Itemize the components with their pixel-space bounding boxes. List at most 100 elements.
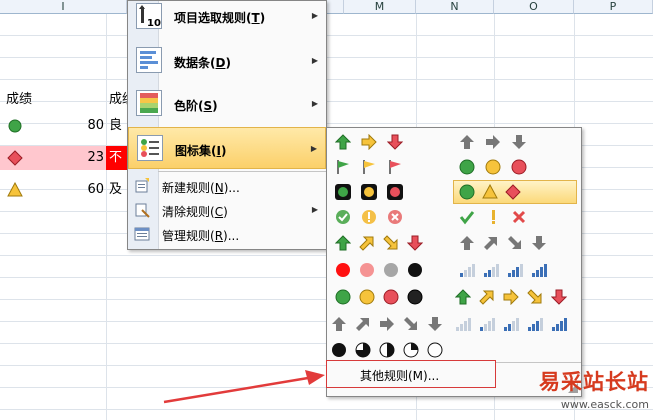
red-diamond-icon <box>505 184 521 200</box>
icon-set-5-arrows-gray[interactable] <box>331 313 455 335</box>
green-traffic-light-icon <box>335 184 351 200</box>
icon-set-red-to-black[interactable] <box>331 259 455 281</box>
gray-up-right-arrow-icon <box>484 237 497 250</box>
watermark-url: www.easck.com <box>560 398 649 411</box>
quarter-circle-icon <box>403 342 419 358</box>
score-value: 80 <box>87 118 104 133</box>
red-circle-icon <box>336 263 350 277</box>
three-quarter-circle-icon <box>355 342 371 358</box>
green-circle-icon <box>459 184 475 200</box>
yellow-right-arrow-icon <box>361 134 377 150</box>
gray-right-arrow-icon <box>380 317 394 331</box>
green-up-arrow-icon <box>455 289 471 305</box>
icon-set-4-arrows-gray[interactable] <box>455 232 579 254</box>
icon-set-3-shapes[interactable] <box>453 180 577 204</box>
icon-set-4-arrows-colored[interactable] <box>331 232 455 254</box>
signal-bars-2-icon <box>504 318 519 331</box>
submenu-arrow-icon: ▶ <box>310 144 317 153</box>
signal-bars-3-icon <box>528 318 543 331</box>
watermark-brand: 易采站长站 <box>539 369 649 394</box>
green-up-arrow-icon <box>335 235 351 251</box>
column-header-I[interactable]: I <box>0 0 127 14</box>
green-flag-icon <box>337 160 349 174</box>
menu-item-manage-rules[interactable]: 管理规则(R)... <box>128 223 326 245</box>
clear-rules-icon <box>134 202 150 218</box>
column-header-blank[interactable] <box>327 0 344 14</box>
submenu-arrow-icon: ▶ <box>311 56 318 65</box>
red-down-arrow-icon <box>407 235 423 251</box>
annotation-arrow <box>163 370 325 404</box>
signal-bars-1-icon <box>460 264 475 277</box>
full-circle-icon <box>332 343 346 357</box>
gray-down-right-arrow-icon <box>508 236 521 249</box>
table-row[interactable]: 80 良 <box>0 114 127 138</box>
icon-set-3-traffic-lights[interactable] <box>455 156 575 178</box>
signal-bars-2-icon <box>484 264 499 277</box>
menu-item-data-bars[interactable]: 数据条(D) ▶ <box>128 39 326 83</box>
signal-bars-3-icon <box>508 264 523 277</box>
column-header-N[interactable]: N <box>416 0 494 14</box>
yellow-circle-icon <box>485 159 501 175</box>
submenu-arrow-icon: ▶ <box>311 99 318 108</box>
red-down-arrow-icon <box>387 134 403 150</box>
icon-set-3-arrows-gray[interactable] <box>455 131 575 153</box>
icon-set-3-traffic-lights-rimmed[interactable] <box>331 181 451 203</box>
column-header-O[interactable]: O <box>494 0 574 14</box>
signal-bars-1-icon <box>480 318 495 331</box>
menu-item-more-rules[interactable]: 其他规则(M)... <box>326 360 496 388</box>
header-cell-score[interactable]: 成绩 <box>6 90 32 110</box>
icon-set-3-symbols-circled[interactable] <box>331 206 451 228</box>
gray-down-arrow-icon <box>428 317 442 331</box>
icon-set-5-ratings[interactable] <box>455 313 579 335</box>
conditional-formatting-menu: 10 项目选取规则(T) ▶ 数据条(D) ▶ 色阶(S) ▶ 图标集(I) ▶… <box>127 0 327 250</box>
signal-bars-4-icon <box>532 264 547 277</box>
icon-sets-icon <box>137 135 163 161</box>
yellow-triangle-icon <box>7 182 23 197</box>
top-bottom-rules-icon: 10 <box>136 3 162 29</box>
icon-set-5-quarters[interactable] <box>331 339 455 361</box>
column-header-P[interactable]: P <box>574 0 653 14</box>
green-check-circle-icon <box>336 210 350 224</box>
signal-bars-4-icon <box>552 318 567 331</box>
yellow-up-right-arrow-icon <box>479 290 494 305</box>
icon-set-4-ratings[interactable] <box>455 259 579 281</box>
menu-item-top-bottom-rules[interactable]: 10 项目选取规则(T) ▶ <box>128 1 326 33</box>
score-value: 23 <box>87 150 104 165</box>
pink-circle-icon <box>360 263 374 277</box>
menu-item-new-rule[interactable]: 新建规则(N)... <box>128 175 326 197</box>
green-up-arrow-icon <box>335 134 351 150</box>
red-traffic-light-icon <box>387 184 403 200</box>
icon-set-3-symbols[interactable] <box>455 206 575 228</box>
yellow-exclamation-icon <box>492 210 495 224</box>
green-circle-icon <box>335 289 351 305</box>
watermark: 易采站长站 www.easck.com <box>539 366 649 411</box>
new-rule-icon <box>134 178 150 194</box>
icon-set-5-arrows-colored[interactable] <box>455 286 579 308</box>
gray-down-arrow-icon <box>532 236 546 250</box>
manage-rules-icon <box>134 226 150 242</box>
gray-down-right-arrow-icon <box>404 317 417 330</box>
red-x-circle-icon <box>388 210 402 224</box>
yellow-circle-icon <box>359 289 375 305</box>
gray-up-right-arrow-icon <box>356 318 369 331</box>
menu-item-icon-sets[interactable]: 图标集(I) ▶ <box>128 127 326 169</box>
green-circle-icon <box>459 159 475 175</box>
gray-up-arrow-icon <box>460 236 474 250</box>
red-x-icon <box>512 210 526 224</box>
score-value: 60 <box>87 182 104 197</box>
data-bars-icon <box>136 47 162 73</box>
icon-set-3-arrows-colored[interactable] <box>331 131 451 153</box>
table-row[interactable]: 60 及 <box>0 178 127 202</box>
icon-set-4-traffic-lights[interactable] <box>331 286 455 308</box>
icon-set-3-flags[interactable] <box>331 156 451 178</box>
yellow-traffic-light-icon <box>361 184 377 200</box>
black-circle-icon <box>408 263 422 277</box>
black-circle-icon <box>407 289 423 305</box>
red-diamond-icon <box>7 150 23 166</box>
table-row[interactable]: 23 不 <box>0 146 127 170</box>
yellow-triangle-icon <box>482 184 498 199</box>
menu-item-clear-rules[interactable]: 清除规则(C) ▶ <box>128 199 326 221</box>
svg-text:10: 10 <box>147 18 161 28</box>
column-header-M[interactable]: M <box>344 0 416 14</box>
menu-item-color-scales[interactable]: 色阶(S) ▶ <box>128 83 326 125</box>
